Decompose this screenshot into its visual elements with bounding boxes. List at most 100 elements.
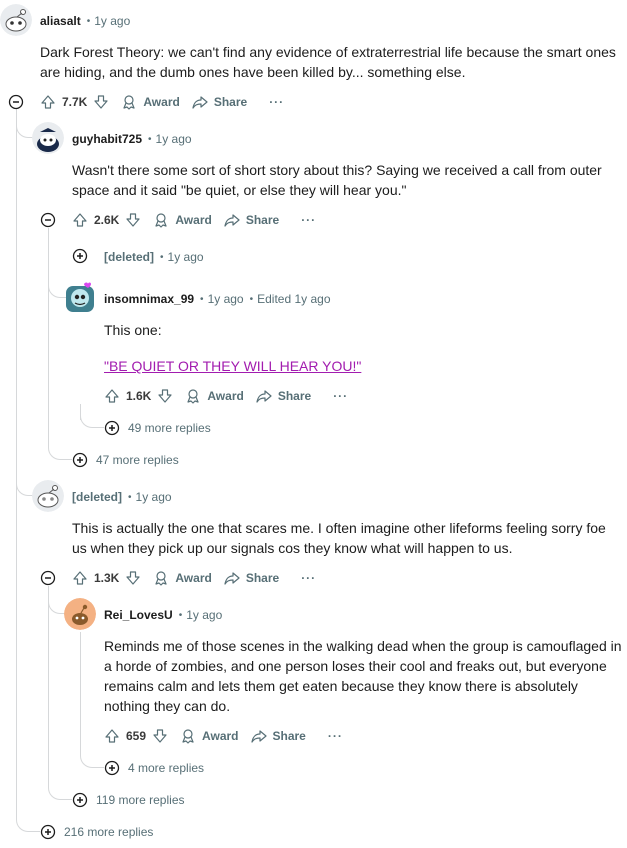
timestamp[interactable]: 1y ago [168,250,204,264]
more-replies-button[interactable]: 216 more replies [40,823,153,841]
share-icon [256,390,272,403]
award-button[interactable]: Award [185,388,244,404]
avatar[interactable] [64,282,96,314]
comment-body: Reminds me of those scenes in the walkin… [104,638,622,714]
avatar[interactable] [64,598,96,630]
share-label: Share [277,389,312,403]
award-icon [123,95,135,110]
minus-circle-icon [40,570,56,586]
share-button[interactable]: Share [256,388,311,404]
upvote-button[interactable] [104,388,120,404]
downvote-button[interactable] [152,728,168,744]
award-icon [155,571,167,586]
upvote-icon [73,213,87,227]
overflow-menu-button[interactable]: ··· [301,571,316,585]
comment-body: Dark Forest Theory: we can't find any ev… [40,44,616,80]
thread-connector [80,744,104,768]
more-replies-label: 4 more replies [128,761,205,775]
author-name[interactable]: aliasalt [40,14,81,28]
more-replies-button[interactable]: 119 more replies [72,791,185,809]
upvote-button[interactable] [40,94,56,110]
thread-line[interactable] [80,632,81,750]
award-button[interactable]: Award [153,570,212,586]
separator: • [128,491,132,503]
overflow-menu-button[interactable]: ··· [301,213,316,227]
plus-circle-icon [72,792,88,808]
award-label: Award [175,571,212,585]
timestamp[interactable]: 1y ago [186,608,222,622]
more-replies-button[interactable]: 49 more replies [104,419,211,437]
award-icon [155,213,167,228]
downvote-icon [158,389,172,403]
thread-connector [16,108,34,138]
upvote-button[interactable] [104,728,120,744]
comment-meta: [deleted] • 1y ago [72,488,172,506]
share-label: Share [213,95,248,109]
comment-link-paragraph: "BE QUIET OR THEY WILL HEAR YOU!" [104,356,604,376]
overflow-menu-button[interactable]: ··· [333,389,348,403]
award-label: Award [175,213,212,227]
separator: • [178,609,183,621]
collapse-thread-button[interactable] [8,94,24,110]
share-icon [250,730,267,743]
comment-actions: 659 Award Share ··· [104,726,343,746]
separator: • [148,133,152,145]
vote-count: 1.3K [94,571,120,585]
award-button[interactable]: Award [121,94,180,110]
collapse-thread-button[interactable] [40,212,56,228]
plus-circle-icon [104,760,120,776]
avatar[interactable] [0,4,32,36]
downvote-button[interactable] [125,570,141,586]
thread-line[interactable] [48,586,49,782]
award-button[interactable]: Award [153,212,212,228]
upvote-button[interactable] [72,570,88,586]
award-button[interactable]: Award [180,728,239,744]
more-replies-label: 119 more replies [96,793,185,807]
more-replies-button[interactable]: 47 more replies [72,451,179,469]
share-button[interactable]: Share [224,212,279,228]
more-replies-label: 49 more replies [128,421,211,435]
timestamp[interactable]: 1y ago [208,292,244,306]
downvote-icon [126,571,140,585]
share-button[interactable]: Share [224,570,279,586]
award-label: Award [143,95,180,109]
overflow-menu-button[interactable]: ··· [328,729,343,743]
award-label: Award [202,729,239,743]
downvote-button[interactable] [93,94,109,110]
more-replies-button[interactable]: 4 more replies [104,759,204,777]
author-name[interactable]: guyhabit725 [72,132,142,146]
overflow-menu-button[interactable]: ··· [269,95,284,109]
upvote-icon [105,729,119,743]
timestamp[interactable]: 1y ago [136,490,172,504]
comment-body: This is actually the one that scares me.… [72,520,606,556]
separator: • [200,293,204,305]
share-icon [224,214,240,227]
collapse-thread-button[interactable] [40,570,56,586]
downvote-button[interactable] [125,212,141,228]
vote-count: 2.6K [94,213,120,227]
expand-thread-button[interactable] [72,248,88,264]
plus-circle-icon [72,452,88,468]
avatar[interactable] [32,480,64,512]
comment-actions: 1.6K Award Share ··· [104,386,348,406]
author-name[interactable]: insomnimax_99 [104,292,194,306]
plus-circle-icon [104,420,120,436]
comment-meta: [deleted] • 1y ago [104,248,204,266]
downvote-icon [94,95,108,109]
share-button[interactable]: Share [250,728,306,744]
comment-link[interactable]: "BE QUIET OR THEY WILL HEAR YOU!" [104,358,361,374]
avatar[interactable] [32,122,64,154]
share-button[interactable]: Share [192,94,247,110]
comment-actions: 2.6K Award Share ··· [72,210,316,230]
more-replies-label: 47 more replies [96,453,179,467]
award-icon [182,729,194,744]
downvote-button[interactable] [157,388,173,404]
comment-actions: 7.7K Award Share ··· [40,92,284,112]
thread-connector [80,404,104,428]
timestamp[interactable]: 1y ago [156,132,192,146]
author-name[interactable]: Rei_LovesU [104,608,173,622]
timestamp[interactable]: 1y ago [94,14,130,28]
share-label: Share [272,729,306,743]
upvote-button[interactable] [72,212,88,228]
downvote-icon [126,213,140,227]
